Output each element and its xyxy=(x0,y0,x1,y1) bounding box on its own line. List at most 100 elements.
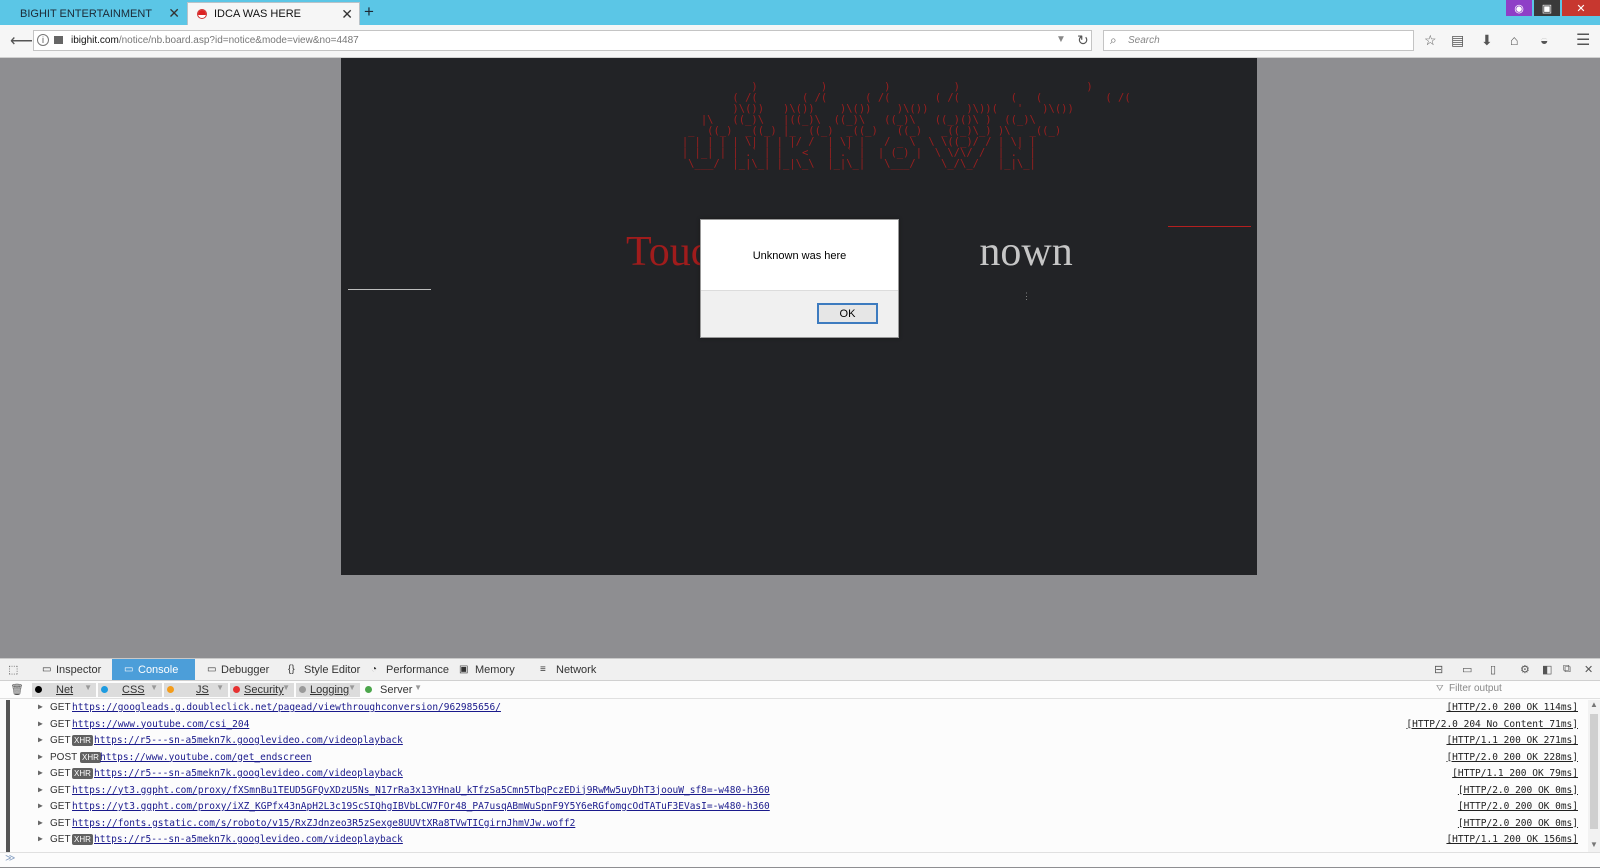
tab-performance[interactable]: ◔ Performance xyxy=(362,659,449,680)
request-status-link[interactable]: [HTTP/1.1 200 OK 271ms] xyxy=(1446,735,1578,746)
bookmark-star-icon[interactable]: ☆ xyxy=(1424,32,1437,49)
scratchpad-icon[interactable]: ▭ xyxy=(1462,663,1472,676)
tab-network[interactable]: ≡ Network xyxy=(530,659,610,680)
request-url-link[interactable]: https://r5---sn-a5mekn7k.googlevideo.com… xyxy=(94,834,403,845)
ok-button[interactable]: OK xyxy=(817,303,878,324)
request-url-link[interactable]: https://googleads.g.doubleclick.net/page… xyxy=(72,702,501,713)
split-console-icon[interactable]: ⊟ xyxy=(1434,663,1443,676)
request-status-link[interactable]: [HTTP/2.0 200 OK 228ms] xyxy=(1446,752,1578,763)
ascii-art-banner: ) ) ) ) ) ( /( ( /( ( /( ( /( ( ( ( /( )… xyxy=(681,81,1131,170)
request-url-link[interactable]: https://r5---sn-a5mekn7k.googlevideo.com… xyxy=(94,768,403,779)
console-scrollbar[interactable]: ▲ ▼ xyxy=(1588,700,1600,852)
tab-style-editor[interactable]: {} Style Editor xyxy=(278,659,362,680)
tab-bighit[interactable]: BIGHIT ENTERTAINMENT ✕ xyxy=(0,2,186,25)
url-text[interactable]: ibighit.com/notice/nb.board.asp?id=notic… xyxy=(71,35,359,46)
console-log-row[interactable]: ▶ POST XHR https://www.youtube.com/get_ends… xyxy=(10,750,1582,766)
reload-icon[interactable]: ↻ xyxy=(1077,32,1089,49)
request-status-link[interactable]: [HTTP/2.0 200 OK 0ms] xyxy=(1458,801,1578,812)
close-tab-icon[interactable]: ✕ xyxy=(341,6,353,23)
filter-server[interactable]: Server ▼ xyxy=(362,683,426,697)
request-status-link[interactable]: [HTTP/2.0 204 No Content 71ms] xyxy=(1406,719,1578,730)
expand-row-icon[interactable]: ▶ xyxy=(38,735,43,744)
reading-list-icon[interactable]: ▤ xyxy=(1451,32,1464,49)
tab-memory[interactable]: ▣ Memory xyxy=(449,659,529,680)
clear-console-icon[interactable]: 🗑 xyxy=(10,683,24,696)
chevron-down-icon: ▼ xyxy=(84,683,92,692)
request-status-link[interactable]: [HTTP/1.1 200 OK 79ms] xyxy=(1452,768,1578,779)
request-url-link[interactable]: https://fonts.gstatic.com/s/roboto/v15/R… xyxy=(72,818,575,829)
performance-icon: ◔ xyxy=(371,664,378,675)
console-log-row[interactable]: ▶ GET https://yt3.ggpht.com/proxy/iXZ_KGPf… xyxy=(10,799,1582,815)
tab-inspector[interactable]: ▭ Inspector xyxy=(30,659,112,680)
request-url-link[interactable]: https://r5---sn-a5mekn7k.googlevideo.com… xyxy=(94,735,403,746)
scroll-down-icon[interactable]: ▼ xyxy=(1590,840,1598,849)
expand-row-icon[interactable]: ▶ xyxy=(38,719,43,728)
xhr-badge: XHR xyxy=(80,751,101,763)
request-url-link[interactable]: https://yt3.ggpht.com/proxy/fXSmnBu1TEUD… xyxy=(72,785,770,796)
filter-placeholder: Filter output xyxy=(1449,683,1502,694)
tab-console[interactable]: ▭ Console xyxy=(112,659,195,680)
console-log-row[interactable]: ▶ GET https://fonts.gstatic.com/s/roboto/v… xyxy=(10,816,1582,832)
filter-net[interactable]: Net ▼ xyxy=(32,683,96,697)
request-status-link[interactable]: [HTTP/2.0 200 OK 0ms] xyxy=(1458,785,1578,796)
console-log-row[interactable]: ▶ GET XHR https://r5---sn-a5mekn7k.googlevi… xyxy=(10,766,1582,782)
console-log-row[interactable]: ▶ GET https://www.youtube.com/csi_204 [HTTP… xyxy=(10,717,1582,733)
console-input[interactable]: ≫ xyxy=(0,852,1600,868)
element-picker-icon[interactable]: ⬚ xyxy=(8,663,18,676)
download-icon[interactable]: ⬇ xyxy=(1481,32,1493,49)
filter-js[interactable]: JS ▼ xyxy=(164,683,228,697)
request-status-link[interactable]: [HTTP/2.0 200 OK 114ms] xyxy=(1446,702,1578,713)
filter-output-input[interactable]: ⛛ Filter output xyxy=(1432,683,1592,697)
expand-row-icon[interactable]: ▶ xyxy=(38,768,43,777)
css-dot-icon xyxy=(101,686,108,693)
url-bar[interactable]: i ibighit.com/notice/nb.board.asp?id=not… xyxy=(33,30,1092,51)
close-tab-icon[interactable]: ✕ xyxy=(168,5,180,22)
tab-debugger[interactable]: ▭ Debugger xyxy=(195,659,278,680)
request-url-link[interactable]: https://www.youtube.com/get_endscreen xyxy=(100,752,312,763)
scroll-up-icon[interactable]: ▲ xyxy=(1590,700,1598,709)
request-method: GET xyxy=(50,718,71,730)
expand-row-icon[interactable]: ▶ xyxy=(38,801,43,810)
console-log-row[interactable]: ▶ GET XHR https://r5---sn-a5mekn7k.googlevi… xyxy=(10,832,1582,848)
pocket-icon[interactable]: ◒ xyxy=(1540,32,1548,48)
console-icon: ▭ xyxy=(124,664,134,675)
expand-row-icon[interactable]: ▶ xyxy=(38,702,43,711)
request-status-link[interactable]: [HTTP/1.1 200 OK 156ms] xyxy=(1446,834,1578,845)
filter-security[interactable]: Security ▼ xyxy=(230,683,294,697)
dock-side-icon[interactable]: ◧ xyxy=(1542,663,1552,676)
back-arrow-icon[interactable]: ⟵ xyxy=(10,31,33,51)
new-tab-button[interactable]: + xyxy=(364,2,374,22)
search-bar[interactable]: ⌕ Search xyxy=(1103,30,1414,51)
request-status-link[interactable]: [HTTP/2.0 200 OK 0ms] xyxy=(1458,818,1578,829)
filter-css[interactable]: CSS ▼ xyxy=(98,683,162,697)
inspector-icon: ▭ xyxy=(42,664,52,675)
info-icon[interactable]: i xyxy=(37,34,49,46)
url-path: /notice/nb.board.asp?id=notice&mode=view… xyxy=(118,35,359,46)
navigation-bar: ⟵ i ibighit.com/notice/nb.board.asp?id=n… xyxy=(0,25,1600,58)
filter-logging[interactable]: Logging ▼ xyxy=(296,683,360,697)
scroll-thumb[interactable] xyxy=(1590,714,1598,829)
console-log-row[interactable]: ▶ GET https://googleads.g.doubleclick.net/… xyxy=(10,700,1582,716)
expand-row-icon[interactable]: ▶ xyxy=(38,752,43,761)
tab-idca[interactable]: IDCA WAS HERE ✕ xyxy=(187,2,360,25)
divider-line xyxy=(348,289,431,290)
request-url-link[interactable]: https://www.youtube.com/csi_204 xyxy=(72,719,249,730)
expand-row-icon[interactable]: ▶ xyxy=(38,818,43,827)
home-icon[interactable]: ⌂ xyxy=(1510,32,1518,48)
expand-row-icon[interactable]: ▶ xyxy=(38,785,43,794)
expand-row-icon[interactable]: ▶ xyxy=(38,834,43,843)
console-log-row[interactable]: ▶ GET https://yt3.ggpht.com/proxy/fXSmnBu1… xyxy=(10,783,1582,799)
close-window-button[interactable]: ✕ xyxy=(1562,0,1600,16)
request-url-link[interactable]: https://yt3.ggpht.com/proxy/iXZ_KGPfx43n… xyxy=(72,801,770,812)
restore-window-button[interactable]: ▣ xyxy=(1534,0,1560,16)
console-log-row[interactable]: ▶ GET XHR https://r5---sn-a5mekn7k.googlevi… xyxy=(10,733,1582,749)
menu-icon[interactable]: ☰ xyxy=(1576,30,1590,50)
request-method: GET xyxy=(50,834,71,845)
settings-gear-icon[interactable]: ⚙ xyxy=(1520,663,1530,676)
dropdown-arrow-icon[interactable]: ▼ xyxy=(1056,34,1066,45)
close-devtools-icon[interactable]: ✕ xyxy=(1584,663,1593,676)
responsive-design-icon[interactable]: ▯ xyxy=(1490,663,1496,676)
undock-icon[interactable]: ⧉ xyxy=(1563,663,1571,676)
js-dot-icon xyxy=(167,686,174,693)
headline-left: Touc xyxy=(626,229,710,275)
